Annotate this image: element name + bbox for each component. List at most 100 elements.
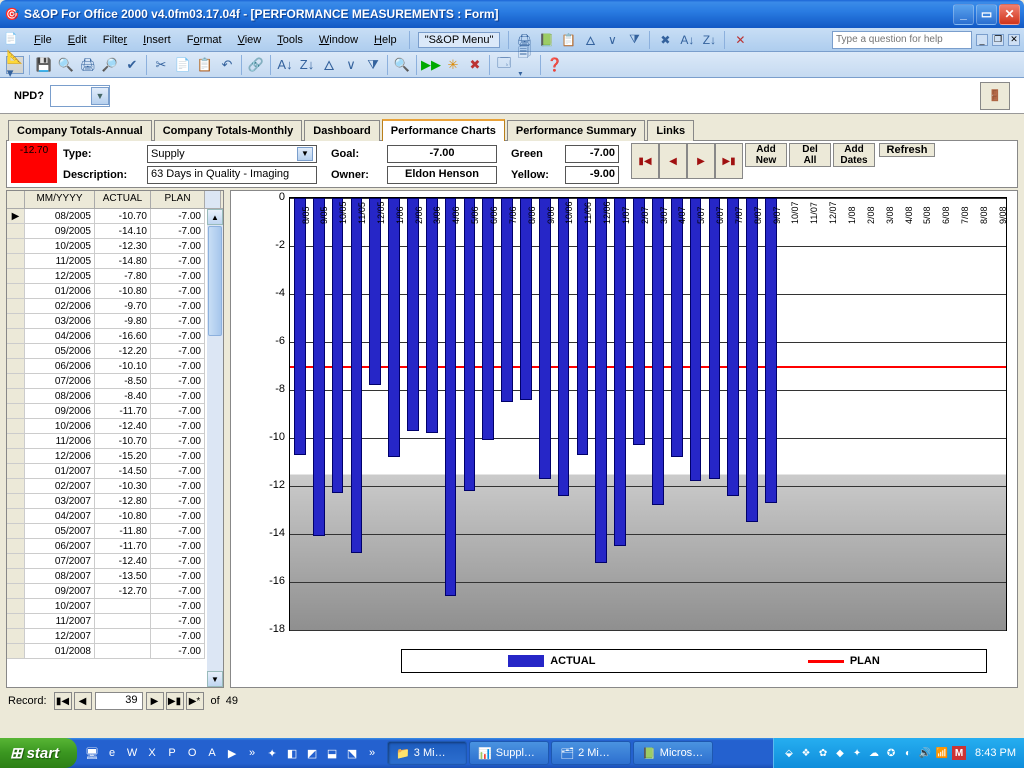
table-row[interactable]: 10/2005-12.30-7.00 (7, 239, 207, 254)
scroll-down-icon[interactable]: ▼ (207, 671, 223, 687)
tray-icon[interactable]: ✪ (884, 746, 898, 760)
filter-excl-icon[interactable]: ⧩ (626, 32, 642, 48)
table-row[interactable]: 09/2005-14.10-7.00 (7, 224, 207, 239)
table-row[interactable]: 09/2007-12.70-7.00 (7, 584, 207, 599)
tray-icon[interactable]: ✿ (816, 746, 830, 760)
preview-icon[interactable]: 🔎 (101, 56, 119, 74)
db-window-icon[interactable]: 🗔 (495, 56, 513, 74)
word-icon[interactable]: W (123, 744, 141, 762)
menu-file[interactable]: File (26, 32, 60, 48)
menu-filter[interactable]: Filter (95, 32, 135, 48)
table-row[interactable]: 12/2007-7.00 (7, 629, 207, 644)
next-record-button[interactable]: ▶ (687, 143, 715, 179)
first-record-button[interactable]: ▮◀ (631, 143, 659, 179)
recnav-next-button[interactable]: ▶ (146, 692, 164, 710)
prev-record-button[interactable]: ◀ (659, 143, 687, 179)
col-plan[interactable]: PLAN (151, 191, 205, 208)
table-row[interactable]: 01/2008-7.00 (7, 644, 207, 659)
table-row[interactable]: 05/2006-12.20-7.00 (7, 344, 207, 359)
ql-misc4-icon[interactable]: ⬓ (323, 744, 341, 762)
sop-menu-button[interactable]: "S&OP Menu" (418, 32, 501, 48)
paste-icon[interactable]: 📋 (196, 56, 214, 74)
tab-performance-charts[interactable]: Performance Charts (382, 119, 505, 141)
table-row[interactable]: 03/2007-12.80-7.00 (7, 494, 207, 509)
sort-asc-icon[interactable]: A↓ (679, 32, 695, 48)
table-row[interactable]: 08/2007-13.50-7.00 (7, 569, 207, 584)
del-all-button[interactable]: DelAll (789, 143, 831, 167)
tab-company-totals-monthly[interactable]: Company Totals-Monthly (154, 120, 303, 141)
save-icon[interactable]: 💾 (35, 56, 53, 74)
copy-icon[interactable]: 📄 (174, 56, 192, 74)
delete-record-icon[interactable]: ✕ (732, 32, 748, 48)
excel-icon[interactable]: 📗 (538, 32, 554, 48)
table-row[interactable]: 10/2006-12.40-7.00 (7, 419, 207, 434)
owner-input[interactable]: Eldon Henson (387, 166, 497, 184)
excel-ql-icon[interactable]: X (143, 744, 161, 762)
outlook-icon[interactable]: O (183, 744, 201, 762)
menu-tools[interactable]: Tools (269, 32, 311, 48)
add-dates-button[interactable]: AddDates (833, 143, 875, 167)
clipboard-icon[interactable]: 📋 (560, 32, 576, 48)
recnav-first-button[interactable]: ▮◀ (54, 692, 72, 710)
data-grid[interactable]: MM/YYYY ACTUAL PLAN ▶08/2005-10.70-7.000… (6, 190, 224, 688)
green-input[interactable]: -7.00 (565, 145, 619, 163)
tray-icon[interactable]: ❖ (799, 746, 813, 760)
table-row[interactable]: 07/2007-12.40-7.00 (7, 554, 207, 569)
recnav-prev-button[interactable]: ◀ (74, 692, 92, 710)
remove-filter-icon[interactable]: ✖ (657, 32, 673, 48)
taskbar-button[interactable]: 🗂2 Mi… (551, 741, 631, 765)
type-combo[interactable]: Supply▼ (147, 145, 317, 163)
table-row[interactable]: ▶08/2005-10.70-7.00 (7, 209, 207, 224)
tray-icon[interactable]: ☁ (867, 746, 881, 760)
mdi-minimize-button[interactable]: _ (976, 34, 988, 46)
table-row[interactable]: 01/2007-14.50-7.00 (7, 464, 207, 479)
menu-insert[interactable]: Insert (135, 32, 179, 48)
taskbar-clock[interactable]: 8:43 PM (975, 747, 1016, 759)
recnav-current[interactable]: 39 (95, 692, 143, 710)
tray-icon[interactable]: ◆ (833, 746, 847, 760)
table-row[interactable]: 04/2007-10.80-7.00 (7, 509, 207, 524)
tab-links[interactable]: Links (647, 120, 694, 141)
undo-icon[interactable]: ↶ (218, 56, 236, 74)
help-icon[interactable]: ❓ (546, 56, 564, 74)
table-row[interactable]: 03/2006-9.80-7.00 (7, 314, 207, 329)
filter-selection-toolbar-icon[interactable]: 🜂 (320, 56, 338, 74)
new-record-icon[interactable]: ✳ (444, 56, 462, 74)
window-minimize-button[interactable]: _ (953, 4, 974, 25)
ql-more-icon[interactable]: » (243, 744, 261, 762)
ql-misc3-icon[interactable]: ◩ (303, 744, 321, 762)
table-row[interactable]: 07/2006-8.50-7.00 (7, 374, 207, 389)
delete-icon[interactable]: ✖ (466, 56, 484, 74)
sort-desc-toolbar-icon[interactable]: Z↓ (298, 56, 316, 74)
table-row[interactable]: 02/2007-10.30-7.00 (7, 479, 207, 494)
menu-window[interactable]: Window (311, 32, 366, 48)
menu-format[interactable]: Format (179, 32, 230, 48)
tray-volume-icon[interactable]: 🔊 (918, 746, 932, 760)
access-icon[interactable]: A (203, 744, 221, 762)
goal-input[interactable]: -7.00 (387, 145, 497, 163)
table-row[interactable]: 08/2006-8.40-7.00 (7, 389, 207, 404)
tab-company-totals-annual[interactable]: Company Totals-Annual (8, 120, 152, 141)
scroll-thumb[interactable] (208, 226, 222, 336)
cut-icon[interactable]: ✂ (152, 56, 170, 74)
window-maximize-button[interactable]: ▭ (976, 4, 997, 25)
sort-asc-toolbar-icon[interactable]: A↓ (276, 56, 294, 74)
show-desktop-icon[interactable]: 🖥 (83, 744, 101, 762)
ql-misc2-icon[interactable]: ◧ (283, 744, 301, 762)
table-row[interactable]: 05/2007-11.80-7.00 (7, 524, 207, 539)
npd-combo[interactable]: ▼ (50, 85, 110, 107)
taskbar-button[interactable]: 📊Suppl… (469, 741, 549, 765)
tray-m-icon[interactable]: M (952, 746, 966, 760)
ql-misc-icon[interactable]: ✦ (263, 744, 281, 762)
table-row[interactable]: 09/2006-11.70-7.00 (7, 404, 207, 419)
add-new-button[interactable]: AddNew (745, 143, 787, 167)
description-input[interactable]: 63 Days in Quality - Imaging (147, 166, 317, 184)
hyperlink-icon[interactable]: 🔗 (247, 56, 265, 74)
sort-desc-icon[interactable]: Z↓ (701, 32, 717, 48)
window-close-button[interactable]: ✕ (999, 4, 1020, 25)
go-first-icon[interactable]: ▶▶ (422, 56, 440, 74)
search-icon[interactable]: 🔍 (57, 56, 75, 74)
col-actual[interactable]: ACTUAL (95, 191, 151, 208)
refresh-button[interactable]: Refresh (879, 143, 935, 157)
table-row[interactable]: 01/2006-10.80-7.00 (7, 284, 207, 299)
